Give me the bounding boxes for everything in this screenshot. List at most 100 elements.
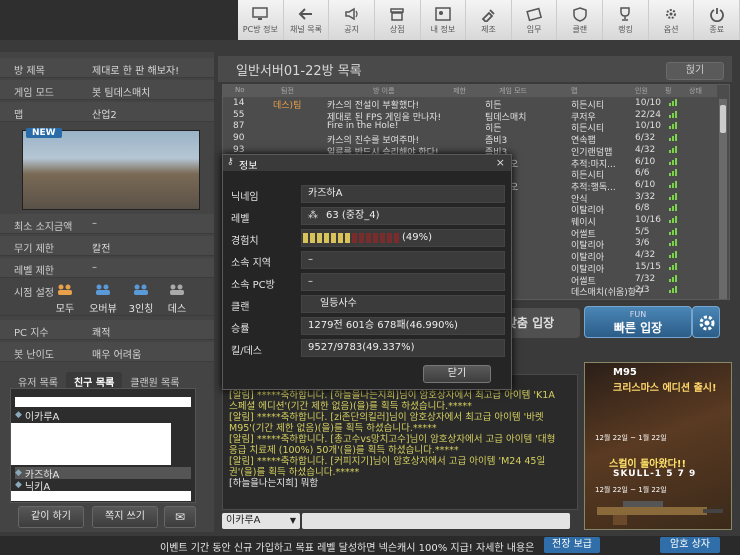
scrollbar[interactable] bbox=[719, 99, 727, 299]
menu-item-label: 공지 bbox=[344, 25, 359, 34]
scroll-thumb[interactable] bbox=[720, 105, 726, 133]
signal-icon bbox=[669, 168, 681, 177]
column-header[interactable]: 인원 bbox=[635, 86, 648, 96]
signal-icon bbox=[669, 285, 681, 294]
view-option[interactable]: 모두 bbox=[48, 300, 82, 315]
chat-target-select[interactable]: 이카루A ▼ bbox=[222, 513, 300, 529]
map-row: 맵 산업2 bbox=[0, 102, 214, 122]
envelope-icon: ✉ bbox=[174, 510, 186, 524]
menu-item-label: 임무 bbox=[526, 25, 542, 34]
signal-icon bbox=[669, 133, 681, 142]
pcbang-row: 소속 PC방 – bbox=[229, 273, 507, 291]
table-row[interactable]: 14 데스)팀 카스의 전설이 부활했다! 히든 히든시티 10/10 bbox=[223, 98, 717, 111]
event-banner[interactable]: M95 크리스마스 에디션 출시! 12월 22일 ~ 1월 22일 스컬이 돌… bbox=[584, 362, 732, 530]
table-row[interactable]: 87 Fire in the Hole! 히든 히든시티 10/10 bbox=[223, 121, 717, 134]
room-count: 3/32 bbox=[635, 191, 656, 202]
supply-button[interactable]: 전장 보급 bbox=[544, 537, 600, 553]
clan-name: 일등사수 bbox=[320, 298, 357, 309]
write-note-button[interactable]: 쪽지 쓰기 bbox=[92, 506, 158, 528]
tab-friend-list[interactable]: 친구 목록 bbox=[65, 372, 123, 389]
view-mode-icon bbox=[94, 284, 112, 298]
player-info-dialog: ⚷ 정보 × 닉네임 카즈하A 레벨 ⁂ 63 (중장_4) 경험치 (49%) 소속 … bbox=[222, 154, 512, 390]
chat-log[interactable]: 'M4A1하이펄라티 (M4A1스킨)' 90일권(을)를 획득 하셨습니다.*… bbox=[222, 374, 578, 510]
menu-item-0[interactable]: PC방 정보 bbox=[238, 0, 284, 40]
quick-join-button[interactable]: FUN 빠른 입장 bbox=[584, 306, 692, 338]
trophy-icon bbox=[620, 7, 631, 21]
exp-segment bbox=[387, 233, 392, 243]
list-item[interactable]: ◆ 이카루A bbox=[15, 409, 59, 423]
refresh-button[interactable]: 헍기 bbox=[666, 62, 724, 80]
signal-icon bbox=[669, 191, 681, 200]
menu-item-3[interactable]: 상점 bbox=[375, 0, 421, 40]
room-count: 2/3 bbox=[635, 285, 650, 296]
exp-segment bbox=[366, 233, 371, 243]
tab-user-list[interactable]: 유저 목록 bbox=[10, 372, 66, 389]
monitor-icon bbox=[252, 7, 269, 20]
column-header[interactable]: 제한 bbox=[453, 86, 466, 96]
crypto-box-button[interactable]: 암호 상자 bbox=[660, 537, 720, 553]
column-header[interactable]: 팀전 bbox=[281, 86, 294, 96]
column-header[interactable]: 핑 bbox=[665, 86, 671, 96]
menu-item-8[interactable]: 랭킹 bbox=[603, 0, 649, 40]
shop-icon bbox=[390, 8, 404, 21]
menu-item-1[interactable]: 채널 목록 bbox=[284, 0, 330, 40]
menu-item-5[interactable]: 제조 bbox=[466, 0, 512, 40]
column-header[interactable]: 방 이름 bbox=[373, 86, 395, 96]
play-together-button[interactable]: 같이 하기 bbox=[18, 506, 84, 528]
chat-message: [알림] *****축하합니다. [zi존단의킬러]님이 암호상자에서 최고급 … bbox=[229, 412, 544, 434]
close-icon[interactable]: × bbox=[496, 156, 505, 169]
room-count: 15/15 bbox=[635, 261, 661, 272]
room-count: 7/32 bbox=[635, 273, 656, 284]
bot-difficulty-row: 봇 난이도 매우 어려움 bbox=[0, 342, 214, 362]
column-header[interactable]: 맵 bbox=[571, 86, 577, 96]
tab-clan-list[interactable]: 클랜원 목록 bbox=[122, 372, 187, 389]
footer-bar: 이벤트 기간 동안 신규 가입하고 목표 레벨 달성하면 넥슨캐시 100% 지… bbox=[0, 536, 740, 555]
room-count: 4/32 bbox=[635, 250, 656, 261]
menu-item-7[interactable]: 클랜 bbox=[557, 0, 604, 40]
view-option[interactable]: 오버뷰 bbox=[86, 300, 120, 315]
nickname: 카즈하A bbox=[301, 185, 505, 203]
event-notice: 이벤트 기간 동안 신규 가입하고 목표 레벨 달성하면 넥슨캐시 100% 지… bbox=[160, 543, 535, 554]
menu-item-10[interactable]: 종료 bbox=[694, 0, 740, 40]
friend-list[interactable]: ◆ 이카루A ◆ 카즈하A ◆ 닉키A bbox=[10, 388, 196, 503]
redacted-area bbox=[15, 397, 191, 407]
speaker-icon bbox=[344, 7, 358, 21]
power-icon bbox=[709, 8, 724, 22]
column-header[interactable]: 상태 bbox=[689, 86, 702, 96]
table-row[interactable]: 90 카스의 진수를 보여주마! 좀비3 연속팹 6/32 bbox=[223, 133, 717, 146]
rank-icon: ◆ bbox=[15, 468, 22, 478]
signal-icon bbox=[669, 226, 681, 235]
redacted-area bbox=[11, 491, 191, 501]
signal-icon bbox=[669, 98, 681, 106]
menu-item-label: 클랜 bbox=[572, 25, 588, 34]
exp-segment bbox=[394, 233, 399, 243]
table-row[interactable]: 55 제대로 된 FPS 게임을 만나자! 팀데스매치 쿠저우 22/24 bbox=[223, 109, 717, 123]
quick-join-settings-button[interactable] bbox=[692, 306, 720, 338]
mail-button[interactable]: ✉ bbox=[164, 506, 196, 528]
exp-segment bbox=[345, 233, 350, 243]
column-header[interactable]: No bbox=[235, 86, 245, 94]
room-number: 87 bbox=[233, 121, 245, 132]
column-header[interactable]: 게임 모드 bbox=[499, 86, 527, 96]
room-number: 55 bbox=[233, 109, 245, 120]
signal-icon bbox=[669, 261, 681, 270]
game-mode-row: 게임 모드 봇 팀데스매치 bbox=[0, 80, 214, 100]
menu-item-label: PC방 정보 bbox=[242, 25, 278, 34]
view-mode-icon bbox=[168, 284, 186, 298]
dialog-close-button[interactable]: 닫기 bbox=[423, 365, 491, 383]
menu-item-2[interactable]: 공지 bbox=[329, 0, 375, 40]
menu-item-9[interactable]: 옵션 bbox=[649, 0, 695, 40]
view-option[interactable]: 3인칭 bbox=[124, 300, 158, 315]
menu-item-6[interactable]: 임무 bbox=[512, 0, 558, 40]
list-item[interactable]: ◆ 닉키A bbox=[15, 479, 50, 493]
view-option[interactable]: 데스 bbox=[160, 300, 194, 315]
menu-item-4[interactable]: 내 정보 bbox=[421, 0, 467, 40]
map-thumbnail bbox=[22, 130, 200, 210]
signal-icon bbox=[669, 179, 681, 188]
chat-input[interactable] bbox=[302, 513, 570, 529]
exp-bar bbox=[303, 233, 399, 243]
level-value: 63 (중장_4) bbox=[326, 210, 380, 221]
chat-message: [알림] *****축하합니다. [하늘을나는지희]님이 암호상자에서 최고급 … bbox=[229, 390, 555, 412]
exp-segment bbox=[317, 233, 322, 243]
room-count: 10/16 bbox=[635, 215, 661, 225]
